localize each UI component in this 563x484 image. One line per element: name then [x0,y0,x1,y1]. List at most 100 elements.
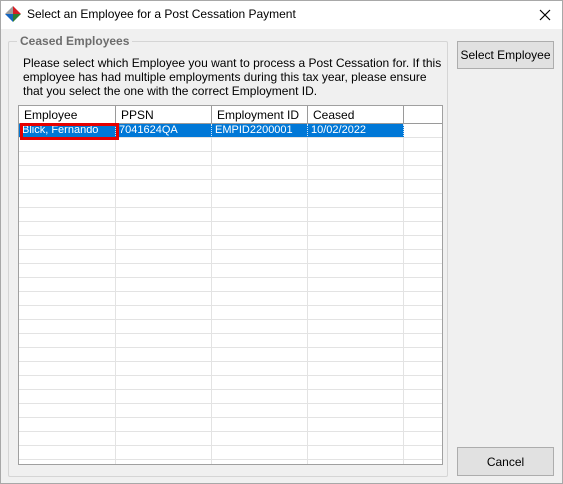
cell-employment-id [212,348,308,362]
cell-filler [404,208,442,222]
cell-filler [404,222,442,236]
cell-employment-id[interactable]: EMPID2200001 [212,124,308,138]
ceased-employees-group: Ceased Employees Please select which Emp… [8,34,448,477]
select-employee-button[interactable]: Select Employee [457,41,554,69]
cell-ppsn [116,418,212,432]
column-header-employee[interactable]: Employee [19,106,116,124]
cell-employee [19,264,116,278]
cell-ppsn [116,278,212,292]
empty-row [19,180,442,194]
cell-ceased [308,180,404,194]
column-header-filler [404,106,442,124]
cell-employment-id [212,418,308,432]
cell-employee [19,432,116,446]
cell-employee [19,306,116,320]
cell-employment-id [212,194,308,208]
cell-employment-id [212,446,308,460]
cell-employee [19,390,116,404]
cell-employment-id [212,180,308,194]
cell-employee [19,320,116,334]
cell-ceased [308,460,404,464]
cell-ceased [308,166,404,180]
cell-ceased [308,292,404,306]
cell-ppsn [116,320,212,334]
cell-ceased [308,222,404,236]
cell-filler [404,250,442,264]
cell-employment-id [212,460,308,464]
cell-employment-id [212,166,308,180]
cell-employee [19,404,116,418]
cell-filler [404,236,442,250]
cell-filler [404,320,442,334]
cell-filler [404,376,442,390]
cell-employee [19,166,116,180]
cell-ppsn [116,236,212,250]
empty-row [19,390,442,404]
column-header-ceased[interactable]: Ceased [308,106,404,124]
empty-row [19,166,442,180]
employee-grid[interactable]: Employee PPSN Employment ID Ceased Blick… [18,105,443,465]
cell-employment-id [212,208,308,222]
cell-filler [404,292,442,306]
cell-ceased [308,376,404,390]
cell-ceased [308,306,404,320]
cell-filler [404,166,442,180]
cell-employment-id [212,292,308,306]
empty-row [19,460,442,464]
cell-filler [404,418,442,432]
empty-row [19,432,442,446]
cell-ceased [308,278,404,292]
column-header-ppsn[interactable]: PPSN [116,106,212,124]
empty-row [19,194,442,208]
cancel-button[interactable]: Cancel [457,447,554,476]
cell-employment-id [212,264,308,278]
cell-ppsn[interactable]: 7041624QA [116,124,212,138]
cell-employment-id [212,362,308,376]
cell-ppsn [116,306,212,320]
cell-employee [19,376,116,390]
cell-ceased[interactable]: 10/02/2022 [308,124,404,138]
cell-employee [19,250,116,264]
cell-employment-id [212,376,308,390]
column-header-employment-id[interactable]: Employment ID [212,106,308,124]
empty-row [19,152,442,166]
cell-employee [19,348,116,362]
cell-employment-id [212,320,308,334]
cell-filler [404,194,442,208]
cell-ppsn [116,404,212,418]
window-title: Select an Employee for a Post Cessation … [27,7,296,21]
empty-row [19,418,442,432]
cell-employment-id [212,278,308,292]
cell-filler [404,264,442,278]
cell-employee [19,138,116,152]
cell-employee [19,418,116,432]
cell-filler [404,348,442,362]
cell-filler [404,138,442,152]
close-button[interactable] [528,1,562,29]
empty-row [19,404,442,418]
cell-employee [19,292,116,306]
title-bar: Select an Employee for a Post Cessation … [1,1,562,29]
cell-filler [404,278,442,292]
grid-header: Employee PPSN Employment ID Ceased [19,106,442,124]
close-icon [539,9,551,21]
cell-employee [19,194,116,208]
cell-filler [404,460,442,464]
cell-ppsn [116,292,212,306]
cell-employee [19,208,116,222]
empty-row [19,334,442,348]
cell-ppsn [116,166,212,180]
cell-ppsn [116,460,212,464]
cell-filler [404,446,442,460]
dialog-window: Select an Employee for a Post Cessation … [0,0,563,484]
empty-row [19,278,442,292]
cell-filler [404,404,442,418]
cell-filler [404,390,442,404]
cell-ppsn [116,250,212,264]
instructions-text: Please select which Employee you want to… [23,56,442,98]
empty-row [19,250,442,264]
cell-ceased [308,446,404,460]
cell-ceased [308,194,404,208]
cell-ppsn [116,446,212,460]
highlight-box [20,123,119,140]
